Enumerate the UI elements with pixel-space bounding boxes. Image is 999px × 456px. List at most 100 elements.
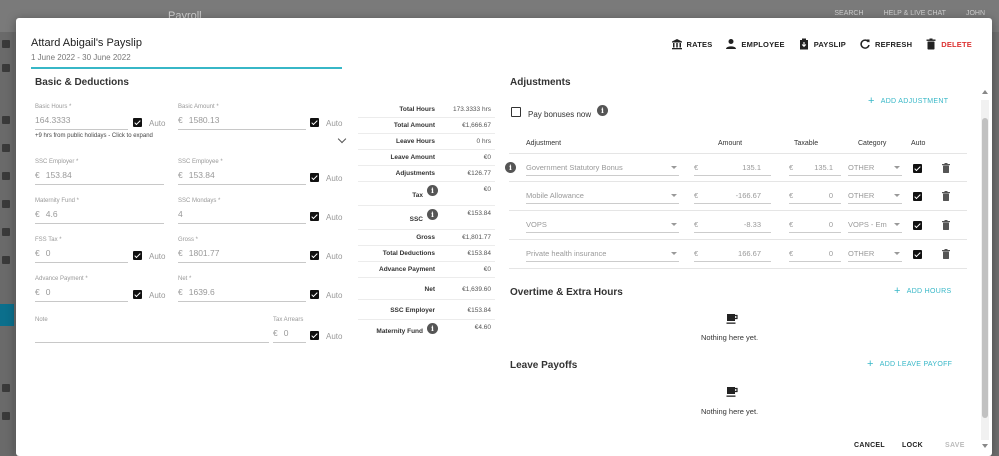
amount-input[interactable]: € -166.67	[694, 191, 771, 204]
pay-bonuses-checkbox[interactable]	[511, 107, 521, 117]
trash-icon[interactable]	[942, 220, 950, 230]
add-adjustment-label: ADD ADJUSTMENT	[880, 98, 949, 105]
rates-button[interactable]: RATES	[671, 38, 713, 50]
summary-key: Leave Amount	[390, 154, 435, 161]
ssc-employee-field[interactable]: SSC Employee * €153.84	[178, 159, 306, 185]
info-icon[interactable]: i	[505, 162, 516, 173]
scroll-up-arrow[interactable]	[982, 90, 988, 94]
basic-amount-auto-checkbox[interactable]	[310, 118, 319, 127]
app-top-right-menu: SEARCH HELP & LIVE CHAT JOHN	[834, 10, 985, 17]
ssc-auto-checkbox[interactable]	[310, 173, 319, 182]
chevron-down-icon[interactable]	[337, 134, 347, 144]
scroll-down-arrow[interactable]	[982, 444, 988, 448]
ssc-mondays-auto-checkbox[interactable]	[310, 212, 319, 221]
sidebar-icon[interactable]	[2, 384, 10, 392]
taxable-input[interactable]: €0	[789, 191, 841, 204]
cancel-button[interactable]: CANCEL	[854, 442, 885, 449]
sidebar-icon[interactable]	[2, 228, 10, 236]
adjustment-auto-checkbox[interactable]	[913, 164, 922, 173]
adjustment-auto-checkbox[interactable]	[913, 221, 922, 230]
sidebar-icon[interactable]	[2, 256, 10, 264]
fss-tax-auto-checkbox[interactable]	[133, 251, 142, 260]
auto-label: Auto	[326, 332, 343, 341]
category-select[interactable]: OTHER	[848, 249, 902, 262]
info-icon[interactable]: i	[597, 105, 608, 116]
summary-row: Total Deductions €153.84	[358, 246, 495, 262]
advance-payment-auto-checkbox[interactable]	[133, 290, 142, 299]
add-adjustment-button[interactable]: + ADD ADJUSTMENT	[868, 96, 949, 107]
taxable-column-header: Taxable	[794, 140, 819, 147]
delete-button[interactable]: DELETE	[925, 38, 972, 50]
sidebar-icon[interactable]	[2, 144, 10, 152]
taxable-value: 0	[828, 249, 833, 258]
user-menu[interactable]: JOHN	[966, 10, 985, 17]
trash-icon[interactable]	[942, 249, 950, 259]
category-value: OTHER	[848, 163, 875, 172]
adjustment-select[interactable]: Mobile Allowance	[526, 191, 679, 204]
ssc-mondays-label: SSC Mondays *	[178, 198, 221, 204]
note-field[interactable]: Note	[35, 317, 269, 343]
info-icon[interactable]: i	[427, 323, 438, 334]
adjustment-auto-checkbox[interactable]	[913, 192, 922, 201]
scrollbar-thumb[interactable]	[982, 118, 988, 418]
taxable-input[interactable]: €0	[789, 220, 841, 233]
category-select[interactable]: VOPS - Em	[848, 220, 902, 233]
scrollbar[interactable]	[981, 100, 989, 440]
add-hours-button[interactable]: + ADD HOURS	[894, 286, 951, 297]
refresh-button[interactable]: REFRESH	[859, 38, 912, 50]
fss-tax-field[interactable]: FSS Tax * €0	[35, 237, 128, 263]
info-icon[interactable]: i	[427, 185, 438, 196]
advance-payment-field[interactable]: Advance Payment * €0	[35, 276, 128, 302]
ssc-mondays-field[interactable]: SSC Mondays * 4	[178, 198, 306, 224]
sidebar-icon[interactable]	[2, 412, 10, 420]
search-link[interactable]: SEARCH	[834, 10, 863, 17]
help-link[interactable]: HELP & LIVE CHAT	[884, 10, 946, 17]
employee-button[interactable]: EMPLOYEE	[725, 38, 785, 50]
maternity-fund-field[interactable]: Maternity Fund * €4.6	[35, 198, 164, 224]
basic-amount-field[interactable]: Basic Amount * €1580.13	[178, 104, 306, 130]
auto-label: Auto	[326, 213, 343, 222]
basic-hours-auto-checkbox[interactable]	[133, 118, 142, 127]
trash-icon[interactable]	[942, 163, 950, 173]
summary-key: SSC	[409, 216, 423, 223]
basic-hours-field[interactable]: Basic Hours * 164.3333	[35, 104, 128, 130]
net-auto-checkbox[interactable]	[310, 290, 319, 299]
info-icon[interactable]: i	[427, 209, 438, 220]
amount-input[interactable]: €166.67	[694, 249, 771, 262]
adjustment-auto-checkbox[interactable]	[913, 250, 922, 259]
ssc-employer-field[interactable]: SSC Employer * €153.84	[35, 159, 164, 185]
adjustment-select[interactable]: Private health insurance	[526, 249, 679, 262]
amount-value: -166.67	[735, 191, 761, 200]
adjustment-select[interactable]: Government Statutory Bonus	[526, 163, 679, 176]
sidebar-active-item[interactable]	[0, 304, 14, 326]
adjustment-select[interactable]: VOPS	[526, 220, 679, 233]
summary-value: €153.84	[467, 210, 492, 217]
tax-arrears-auto-checkbox[interactable]	[310, 331, 319, 340]
sidebar-icon[interactable]	[2, 64, 10, 72]
taxable-input[interactable]: €0	[789, 249, 841, 262]
lock-button[interactable]: LOCK	[902, 442, 923, 449]
adjustment-row: Private health insurance €166.67 €0 OTHE…	[509, 240, 967, 269]
amount-input[interactable]: € -8.33	[694, 220, 771, 233]
sidebar-icon[interactable]	[2, 172, 10, 180]
category-select[interactable]: OTHER	[848, 163, 902, 176]
public-holidays-hint[interactable]: +9 hrs from public holidays - Click to e…	[35, 133, 153, 139]
payslip-label: PAYSLIP	[813, 39, 846, 49]
sidebar-icon[interactable]	[2, 200, 10, 208]
field-underline	[178, 184, 306, 185]
gross-field[interactable]: Gross * €1801.77	[178, 237, 306, 263]
save-button[interactable]: SAVE	[945, 442, 965, 449]
net-field[interactable]: Net * €1639.6	[178, 276, 306, 302]
gross-auto-checkbox[interactable]	[310, 251, 319, 260]
amount-input[interactable]: €135.1	[694, 163, 771, 176]
add-leave-payoff-button[interactable]: + ADD LEAVE PAYOFF	[867, 359, 952, 370]
payslip-button[interactable]: PAYSLIP	[798, 38, 846, 50]
overtime-title: Overtime & Extra Hours	[510, 287, 623, 298]
tax-arrears-field[interactable]: Tax Arrears €0	[273, 317, 306, 343]
taxable-input[interactable]: €135.1	[789, 163, 841, 176]
sidebar-icon[interactable]	[2, 116, 10, 124]
category-select[interactable]: OTHER	[848, 191, 902, 204]
sidebar-icon[interactable]	[2, 40, 10, 48]
amount-value: 166.67	[738, 249, 761, 258]
trash-icon[interactable]	[942, 191, 950, 201]
